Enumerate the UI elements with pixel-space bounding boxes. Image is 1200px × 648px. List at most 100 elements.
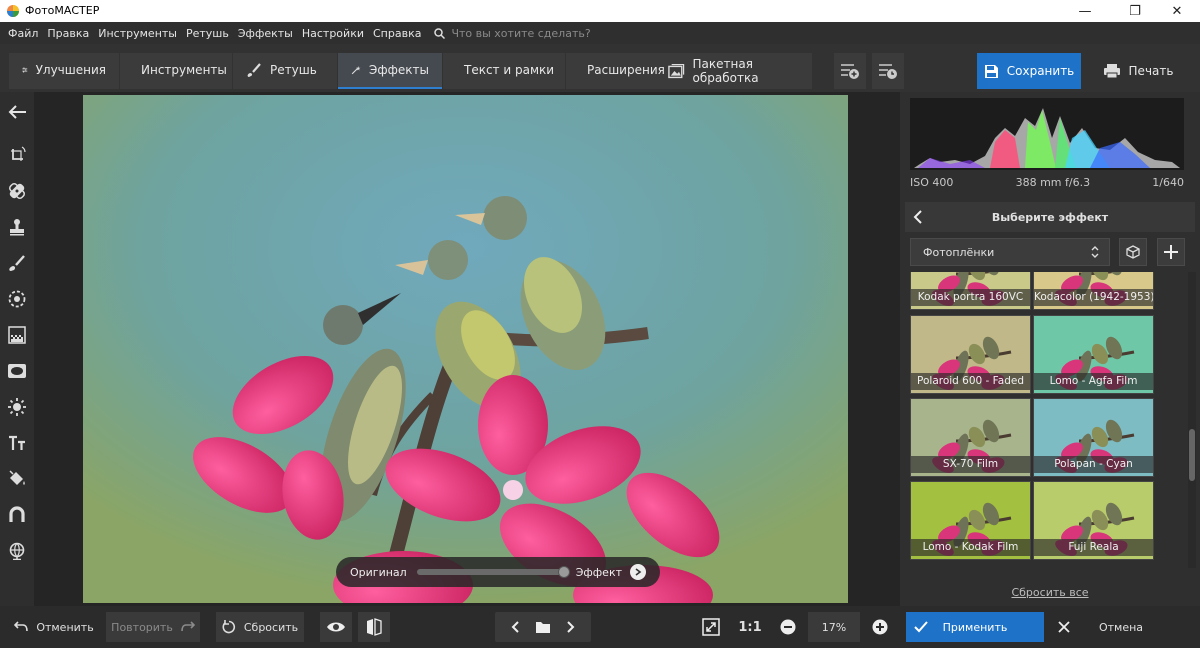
close-icon bbox=[1058, 621, 1070, 633]
menu-bar: Файл Правка Инструменты Ретушь Эффекты Н… bbox=[0, 22, 1200, 44]
cancel-button[interactable]: Отмена bbox=[1050, 612, 1192, 642]
print-button[interactable]: Печать bbox=[1085, 53, 1191, 89]
floppy-disk-icon bbox=[984, 64, 998, 78]
effect-label: Polaroid 600 - Faded bbox=[911, 373, 1030, 390]
iso-value: ISO 400 bbox=[910, 176, 954, 189]
compare-track[interactable] bbox=[416, 566, 570, 578]
apply-button[interactable]: Применить bbox=[906, 612, 1044, 642]
compare-button[interactable] bbox=[358, 612, 390, 642]
tab-effects[interactable]: Эффекты bbox=[338, 53, 442, 89]
menu-effects[interactable]: Эффекты bbox=[238, 27, 293, 40]
tool-geo[interactable] bbox=[7, 541, 27, 561]
search-icon bbox=[434, 27, 446, 39]
undo-label: Отменить bbox=[36, 620, 94, 634]
menu-retouch[interactable]: Ретушь bbox=[186, 27, 229, 40]
scrollbar-thumb[interactable] bbox=[1189, 429, 1195, 481]
prev-arrow-icon[interactable] bbox=[511, 621, 519, 633]
paint-bucket-icon bbox=[9, 470, 25, 485]
effect-thumb-kodacolor[interactable]: Kodacolor (1942-1953) bbox=[1033, 272, 1154, 310]
effect-thumb-fuji-reala[interactable]: Fuji Reala bbox=[1033, 481, 1154, 560]
effect-thumb-polapan-cyan[interactable]: Polapan - Cyan bbox=[1033, 398, 1154, 477]
redo-button[interactable]: Повторить bbox=[106, 612, 200, 642]
tool-magnet[interactable] bbox=[7, 505, 27, 525]
tool-brush[interactable] bbox=[7, 253, 27, 273]
tool-fill[interactable] bbox=[7, 469, 27, 489]
tab-enhance[interactable]: Улучшения bbox=[9, 53, 119, 89]
next-arrow-icon[interactable] bbox=[630, 564, 646, 580]
tool-radial-filter[interactable] bbox=[7, 289, 27, 309]
compare-knob[interactable] bbox=[557, 566, 570, 578]
magnet-icon bbox=[9, 506, 25, 522]
redo-label: Повторить bbox=[111, 620, 173, 634]
zoom-level[interactable]: 17% bbox=[808, 612, 860, 642]
menu-settings[interactable]: Настройки bbox=[302, 27, 364, 40]
effects-scrollbar[interactable] bbox=[1188, 272, 1196, 568]
original-label: Оригинал bbox=[350, 565, 407, 579]
effects-header: Выберите эффект bbox=[905, 202, 1195, 232]
back-button[interactable] bbox=[7, 102, 27, 122]
add-effect-button[interactable] bbox=[1157, 238, 1185, 266]
tool-heal[interactable] bbox=[7, 181, 27, 201]
menu-search[interactable]: Что вы хотите сделать? bbox=[434, 27, 591, 40]
maximize-button[interactable]: ❐ bbox=[1112, 0, 1158, 22]
lens-value: 388 mm f/6.3 bbox=[1015, 176, 1091, 189]
menu-tools[interactable]: Инструменты bbox=[98, 27, 177, 40]
tool-gradient[interactable] bbox=[7, 325, 27, 345]
zoom-out-button[interactable] bbox=[774, 612, 802, 642]
tool-clone-stamp[interactable] bbox=[7, 217, 27, 237]
tab-text-frames[interactable]: Текст и рамки bbox=[443, 53, 565, 89]
tool-light[interactable] bbox=[7, 397, 27, 417]
next-arrow-icon[interactable] bbox=[567, 621, 575, 633]
preview-toggle-button[interactable] bbox=[320, 612, 352, 642]
title-bar: ФотоМАСТЕР — ❐ ✕ bbox=[0, 0, 1200, 22]
preset-history-button[interactable] bbox=[872, 53, 904, 89]
effect-label: Fuji Reala bbox=[1034, 539, 1153, 556]
section-tabs: Улучшения Инструменты Ретушь Эффекты Тек… bbox=[9, 53, 670, 89]
tool-vignette[interactable] bbox=[7, 361, 27, 381]
save-button[interactable]: Сохранить bbox=[977, 53, 1081, 89]
effect-category-select[interactable]: Фотоплёнки bbox=[910, 238, 1110, 266]
fit-screen-button[interactable] bbox=[695, 612, 727, 642]
menu-help[interactable]: Справка bbox=[373, 27, 421, 40]
tab-retouch[interactable]: Ретушь bbox=[233, 53, 337, 89]
effect-3d-button[interactable] bbox=[1119, 238, 1147, 266]
tab-tools[interactable]: Инструменты bbox=[120, 53, 232, 89]
batch-processing-button[interactable]: Пакетная обработка bbox=[668, 53, 812, 89]
effects-grid: Kodak portra 160VC Kodacolor (1942-1953)… bbox=[908, 272, 1183, 568]
tab-extensions[interactable]: Расширения bbox=[566, 53, 669, 89]
apply-label: Применить bbox=[942, 620, 1008, 634]
histogram bbox=[910, 98, 1184, 170]
reset-all-link[interactable]: Сбросить все bbox=[1000, 586, 1100, 599]
magic-wand-icon bbox=[351, 66, 361, 75]
chevron-left-icon[interactable] bbox=[911, 209, 925, 225]
bird-photo bbox=[83, 95, 848, 603]
add-preset-button[interactable] bbox=[834, 53, 866, 89]
exif-info: ISO 400 388 mm f/6.3 1/640 bbox=[910, 176, 1184, 190]
tool-rotate[interactable] bbox=[7, 145, 27, 165]
effect-thumb-lomo-kodak[interactable]: Lomo - Kodak Film bbox=[910, 481, 1031, 560]
menu-file[interactable]: Файл bbox=[8, 27, 38, 40]
split-view-icon bbox=[367, 618, 382, 636]
minimize-button[interactable]: — bbox=[1062, 0, 1108, 22]
undo-button[interactable]: Отменить bbox=[8, 612, 100, 642]
actual-size-button[interactable]: 1:1 bbox=[734, 612, 766, 642]
effect-thumb-kodak-portra[interactable]: Kodak portra 160VC bbox=[910, 272, 1031, 310]
before-after-slider[interactable]: Оригинал Эффект bbox=[336, 557, 660, 587]
effects-title: Выберите эффект bbox=[991, 210, 1109, 224]
folder-icon[interactable] bbox=[535, 621, 551, 634]
tab-label: Эффекты bbox=[369, 63, 429, 77]
photo-canvas[interactable]: Оригинал Эффект bbox=[83, 95, 848, 603]
effect-label: Lomo - Kodak Film bbox=[911, 539, 1030, 556]
zoom-in-button[interactable] bbox=[866, 612, 894, 642]
close-button[interactable]: ✕ bbox=[1154, 0, 1200, 22]
menu-edit[interactable]: Правка bbox=[47, 27, 89, 40]
reset-button[interactable]: Сбросить bbox=[216, 612, 304, 642]
brush-icon bbox=[247, 63, 261, 77]
effect-thumb-lomo-agfa[interactable]: Lomo - Agfa Film bbox=[1033, 315, 1154, 394]
app-logo-icon bbox=[7, 5, 19, 17]
effect-thumb-sx70[interactable]: SX-70 Film bbox=[910, 398, 1031, 477]
effect-thumb-polaroid-600[interactable]: Polaroid 600 - Faded bbox=[910, 315, 1031, 394]
vignette-icon bbox=[8, 364, 26, 378]
tool-text[interactable] bbox=[7, 433, 27, 453]
left-tool-rail bbox=[0, 92, 34, 606]
